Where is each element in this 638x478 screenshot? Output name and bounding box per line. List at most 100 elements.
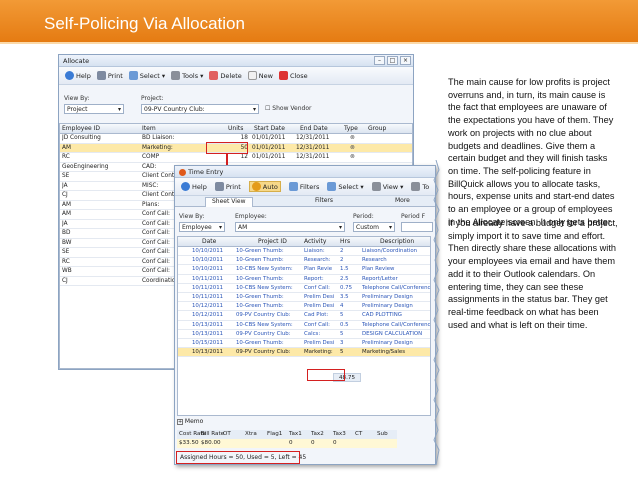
te-cell-project: 10-Green Thumb: — [236, 257, 284, 264]
te-cell-hrs: 0.75 — [340, 284, 353, 291]
tab-filters[interactable]: Filters — [315, 197, 333, 204]
te-cell-activity: Prelim Desi — [304, 303, 335, 310]
time-entry-window: Time Entry Help Print Auto Filters Selec… — [174, 165, 436, 465]
time-entry-row[interactable]: 10/10/2011 10-Green Thumb: Research: 2 Resea… — [178, 256, 430, 266]
col-date[interactable]: Date — [202, 238, 216, 245]
time-entry-row[interactable]: 10/10/2011 10-CBS New System: Plan Revie 1.… — [178, 265, 430, 275]
te-view-by-select[interactable]: Employee ▾ — [179, 222, 225, 232]
clock-icon — [179, 168, 186, 176]
torn-edge — [433, 160, 440, 465]
allocate-cell-end: 12/31/2011 — [296, 144, 330, 151]
tab-sheet-view[interactable]: Sheet View — [205, 197, 253, 207]
time-entry-row[interactable]: 10/13/2011 09-PV Country Club: Marketing: 5… — [178, 348, 430, 358]
period-from-label: Period F — [401, 213, 426, 220]
cost-col-value[interactable]: 0 — [333, 440, 337, 446]
tools-icon — [171, 71, 181, 80]
period-from-field[interactable] — [401, 222, 433, 232]
time-entry-row[interactable]: 10/11/2011 10-CBS New System: Conf Call: 0.… — [178, 284, 430, 293]
allocate-cell-start: 01/01/2011 — [252, 154, 286, 160]
te-cell-description: Liaison/Coordination — [362, 248, 418, 254]
te-select-button[interactable]: Select ▾ — [327, 182, 364, 191]
maximize-button[interactable]: □ — [387, 56, 398, 65]
type-icon: ⊗ — [350, 144, 355, 151]
allocate-cell-units: 12 — [240, 154, 248, 160]
time-entry-row[interactable]: 10/13/2011 10-CBS New System: Conf Call: 0.… — [178, 321, 430, 330]
te-cell-description: Telephone Call/Conference — [362, 284, 430, 291]
delete-icon — [209, 71, 219, 80]
close-button[interactable]: Close — [278, 71, 308, 80]
delete-button[interactable]: Delete — [209, 71, 242, 80]
col-item[interactable]: Item — [142, 125, 156, 132]
print-button[interactable]: Print — [96, 71, 123, 80]
view-by-label: View By: — [64, 95, 90, 102]
time-entry-row[interactable]: 10/12/2011 09-PV Country Club: Cad Plot: 5 C… — [178, 311, 430, 321]
allocate-cell-start: 01/01/2011 — [252, 144, 286, 151]
units-highlight-box — [206, 142, 248, 154]
memo-toggle[interactable]: + Memo — [177, 418, 433, 428]
time-entry-row[interactable]: 10/11/2011 10-Green Thumb: Prelim Desi 3.5 P… — [178, 293, 430, 303]
te-cell-date: 10/11/2011 — [192, 284, 224, 291]
tools-button[interactable]: Tools ▾ — [171, 71, 203, 80]
time-entry-grid: Date Project ID Activity Hrs Description… — [177, 236, 431, 416]
col-hrs[interactable]: Hrs — [340, 238, 350, 245]
col-activity[interactable]: Activity — [304, 238, 326, 245]
tools-icon — [411, 182, 421, 191]
cost-col-value[interactable]: $33.50 — [179, 440, 199, 446]
project-select[interactable]: 09-PV Country Club: ▾ — [141, 104, 259, 114]
period-select[interactable]: Custom ▾ — [353, 222, 395, 232]
printer-icon — [214, 182, 224, 191]
col-group[interactable]: Group — [368, 125, 386, 132]
col-project-id[interactable]: Project ID — [258, 238, 287, 245]
type-icon: ⊗ — [350, 135, 355, 141]
te-filters-button[interactable]: Filters — [288, 182, 319, 191]
view-by-select[interactable]: Project ▾ — [64, 104, 124, 114]
time-entry-row[interactable]: 10/13/2011 09-PV Country Club: Calcs: 5 DESI… — [178, 330, 430, 339]
allocate-row[interactable]: RC COMP 12 01/01/2011 12/31/2011 ⊗ — [60, 153, 412, 163]
new-button[interactable]: New — [247, 71, 273, 80]
col-start-date[interactable]: Start Date — [254, 125, 285, 132]
te-cell-description: Research — [362, 257, 387, 264]
auto-icon — [251, 182, 261, 191]
te-view-button[interactable]: View ▾ — [371, 182, 403, 191]
te-print-button[interactable]: Print — [214, 182, 241, 191]
time-entry-rows: 10/10/2011 10-Green Thumb: Liaison: 2 Liaiso… — [178, 247, 430, 358]
col-end-date[interactable]: End Date — [300, 125, 328, 132]
col-employee-id[interactable]: Employee ID — [62, 125, 100, 132]
cost-col-value[interactable]: 0 — [289, 440, 293, 446]
col-units[interactable]: Units — [228, 125, 243, 132]
memo-label: Memo — [184, 418, 204, 425]
expand-icon: + — [177, 419, 183, 425]
time-entry-row[interactable]: 10/15/2011 10-Green Thumb: Prelim Desi 3 Pre… — [178, 339, 430, 349]
te-auto-button[interactable]: Auto — [248, 181, 281, 192]
body-paragraph-2: If you already have a budget for a proje… — [448, 218, 618, 330]
te-help-button[interactable]: Help — [181, 182, 207, 191]
te-cell-activity: Marketing: — [304, 349, 333, 356]
time-entry-title: Time Entry — [188, 168, 224, 176]
col-description[interactable]: Description — [380, 238, 414, 245]
col-type[interactable]: Type — [344, 125, 358, 132]
time-entry-row[interactable]: 10/11/2011 10-Green Thumb: Report: 2.5 Repor… — [178, 275, 430, 284]
show-vendor-checkbox[interactable]: ☐ Show Vendor — [265, 105, 311, 112]
te-cell-date: 10/10/2011 — [192, 248, 224, 254]
allocate-cell-end: 12/31/2011 — [296, 154, 330, 160]
new-icon — [247, 71, 257, 80]
te-cell-date: 10/11/2011 — [192, 275, 224, 282]
slide-title: Self-Policing Via Allocation — [44, 14, 245, 33]
cost-col-value[interactable]: 0 — [311, 440, 315, 446]
cost-col-value[interactable]: $80.00 — [201, 440, 221, 446]
time-entry-row[interactable]: 10/12/2011 10-Green Thumb: Prelim Desi 4 Pre… — [178, 302, 430, 312]
tab-more[interactable]: More — [395, 197, 410, 204]
cost-values: $33.50 $80.00 0 0 0 — [177, 439, 397, 448]
te-tools-button[interactable]: To — [411, 182, 429, 191]
employee-select[interactable]: AM ▾ — [235, 222, 345, 232]
te-cell-description: Preliminary Design — [362, 339, 413, 346]
minimize-button[interactable]: – — [374, 56, 385, 65]
te-cell-activity: Report: — [304, 275, 324, 282]
type-icon: ⊗ — [350, 154, 355, 160]
close-window-button[interactable]: × — [400, 56, 411, 65]
te-cell-activity: Plan Revie — [304, 266, 333, 273]
time-entry-row[interactable]: 10/10/2011 10-Green Thumb: Liaison: 2 Liaiso… — [178, 247, 430, 257]
help-button[interactable]: Help — [65, 71, 91, 80]
cost-col-label: Sub — [377, 431, 388, 437]
select-button[interactable]: Select ▾ — [128, 71, 165, 80]
